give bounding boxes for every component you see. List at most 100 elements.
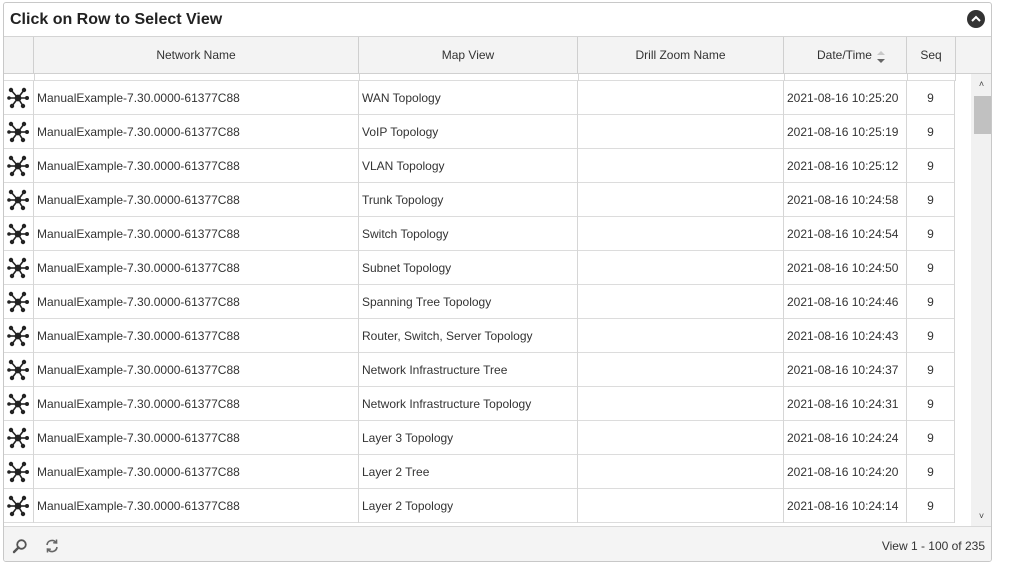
column-header-drill-zoom-name[interactable]: Drill Zoom Name <box>578 37 784 74</box>
column-header-map-view[interactable]: Map View <box>359 37 578 74</box>
cell-date-time: 2021-08-16 10:24:50 <box>784 251 907 285</box>
table-row[interactable]: ManualExample-7.30.0000-61377C88 Spanning… <box>4 285 955 319</box>
cell-map-view: Layer 2 Topology <box>359 489 578 523</box>
cell-seq: 9 <box>907 455 955 489</box>
network-topology-icon <box>4 81 34 115</box>
vertical-scrollbar[interactable]: ˄ ˅ <box>971 74 991 526</box>
pager-info: View 1 - 100 of 235 <box>881 539 985 553</box>
table-row[interactable]: ManualExample-7.30.0000-61377C88 Router, … <box>4 319 955 353</box>
cell-date-time: 2021-08-16 10:24:14 <box>784 489 907 523</box>
table-row[interactable]: ManualExample-7.30.0000-61377C88 Switch T… <box>4 217 955 251</box>
chevron-down-icon[interactable]: ˅ <box>971 508 991 524</box>
cell-network-name: ManualExample-7.30.0000-61377C88 <box>34 319 359 353</box>
column-header-label: Map View <box>441 48 495 62</box>
cell-drill-zoom-name <box>578 217 784 251</box>
cell-date-time: 2021-08-16 10:24:46 <box>784 285 907 319</box>
network-topology-icon <box>4 319 34 353</box>
cell-network-name: ManualExample-7.30.0000-61377C88 <box>34 387 359 421</box>
cell-network-name: ManualExample-7.30.0000-61377C88 <box>34 489 359 523</box>
cell-map-view: Network Infrastructure Tree <box>359 353 578 387</box>
network-topology-icon <box>4 115 34 149</box>
cell-map-view: Layer 2 Tree <box>359 455 578 489</box>
column-header-label: Seq <box>920 48 942 62</box>
sort-descending-icon <box>877 51 885 63</box>
chevron-up-icon[interactable]: ˄ <box>971 76 991 92</box>
cell-network-name: ManualExample-7.30.0000-61377C88 <box>34 421 359 455</box>
table-row[interactable]: ManualExample-7.30.0000-61377C88 VoIP Top… <box>4 115 955 149</box>
column-header-network-name[interactable]: Network Name <box>34 37 359 74</box>
cell-drill-zoom-name <box>578 387 784 421</box>
map-view-selector-panel: Click on Row to Select View Network Name… <box>3 2 992 562</box>
table-top-spacer <box>4 74 956 81</box>
cell-seq: 9 <box>907 353 955 387</box>
cell-date-time: 2021-08-16 10:25:19 <box>784 115 907 149</box>
table-row[interactable]: ManualExample-7.30.0000-61377C88 Network … <box>4 353 955 387</box>
grid-footer: View 1 - 100 of 235 <box>4 526 991 561</box>
cell-date-time: 2021-08-16 10:24:37 <box>784 353 907 387</box>
network-topology-icon <box>4 217 34 251</box>
cell-seq: 9 <box>907 421 955 455</box>
network-topology-icon <box>4 421 34 455</box>
cell-seq: 9 <box>907 81 955 115</box>
column-header-date-time[interactable]: Date/Time <box>784 37 907 74</box>
panel-titlebar: Click on Row to Select View <box>4 3 991 37</box>
network-topology-icon <box>4 489 34 523</box>
cell-network-name: ManualExample-7.30.0000-61377C88 <box>34 183 359 217</box>
cell-map-view: WAN Topology <box>359 81 578 115</box>
cell-drill-zoom-name <box>578 353 784 387</box>
cell-seq: 9 <box>907 489 955 523</box>
cell-network-name: ManualExample-7.30.0000-61377C88 <box>34 217 359 251</box>
table-row[interactable]: ManualExample-7.30.0000-61377C88 VLAN Top… <box>4 149 955 183</box>
cell-date-time: 2021-08-16 10:24:24 <box>784 421 907 455</box>
refresh-icon[interactable] <box>44 538 60 554</box>
panel-title: Click on Row to Select View <box>10 11 223 28</box>
cell-drill-zoom-name <box>578 81 784 115</box>
search-icon[interactable] <box>12 538 28 554</box>
network-topology-icon <box>4 285 34 319</box>
network-topology-icon <box>4 353 34 387</box>
cell-drill-zoom-name <box>578 183 784 217</box>
scrollbar-thumb[interactable] <box>974 96 991 134</box>
table-row[interactable]: ManualExample-7.30.0000-61377C88 WAN Topo… <box>4 81 955 115</box>
cell-seq: 9 <box>907 115 955 149</box>
cell-map-view: VLAN Topology <box>359 149 578 183</box>
cell-drill-zoom-name <box>578 319 784 353</box>
collapse-up-icon[interactable] <box>967 10 985 28</box>
cell-map-view: Router, Switch, Server Topology <box>359 319 578 353</box>
cell-network-name: ManualExample-7.30.0000-61377C88 <box>34 149 359 183</box>
cell-date-time: 2021-08-16 10:24:31 <box>784 387 907 421</box>
cell-seq: 9 <box>907 285 955 319</box>
cell-seq: 9 <box>907 183 955 217</box>
grid-header: Network Name Map View Drill Zoom Name Da… <box>4 37 991 74</box>
cell-drill-zoom-name <box>578 489 784 523</box>
cell-map-view: Switch Topology <box>359 217 578 251</box>
network-topology-icon <box>4 455 34 489</box>
cell-map-view: Spanning Tree Topology <box>359 285 578 319</box>
cell-map-view: Subnet Topology <box>359 251 578 285</box>
cell-date-time: 2021-08-16 10:25:12 <box>784 149 907 183</box>
table-row[interactable]: ManualExample-7.30.0000-61377C88 Network … <box>4 387 955 421</box>
cell-network-name: ManualExample-7.30.0000-61377C88 <box>34 353 359 387</box>
network-topology-icon <box>4 149 34 183</box>
cell-network-name: ManualExample-7.30.0000-61377C88 <box>34 455 359 489</box>
cell-drill-zoom-name <box>578 149 784 183</box>
cell-map-view: Trunk Topology <box>359 183 578 217</box>
cell-map-view: Layer 3 Topology <box>359 421 578 455</box>
cell-date-time: 2021-08-16 10:25:20 <box>784 81 907 115</box>
table-row[interactable]: ManualExample-7.30.0000-61377C88 Layer 2 … <box>4 455 955 489</box>
cell-map-view: Network Infrastructure Topology <box>359 387 578 421</box>
cell-date-time: 2021-08-16 10:24:43 <box>784 319 907 353</box>
column-header-seq[interactable]: Seq <box>907 37 956 74</box>
cell-drill-zoom-name <box>578 251 784 285</box>
column-header-label: Date/Time <box>817 48 872 62</box>
table-row[interactable]: ManualExample-7.30.0000-61377C88 Layer 2 … <box>4 489 955 523</box>
table-row[interactable]: ManualExample-7.30.0000-61377C88 Trunk To… <box>4 183 955 217</box>
table-row[interactable]: ManualExample-7.30.0000-61377C88 Subnet T… <box>4 251 955 285</box>
cell-date-time: 2021-08-16 10:24:54 <box>784 217 907 251</box>
network-topology-icon <box>4 387 34 421</box>
views-table: ManualExample-7.30.0000-61377C88 WAN Topo… <box>4 74 971 526</box>
cell-seq: 9 <box>907 387 955 421</box>
table-row[interactable]: ManualExample-7.30.0000-61377C88 Layer 3 … <box>4 421 955 455</box>
cell-network-name: ManualExample-7.30.0000-61377C88 <box>34 81 359 115</box>
column-header-icon <box>4 37 34 74</box>
